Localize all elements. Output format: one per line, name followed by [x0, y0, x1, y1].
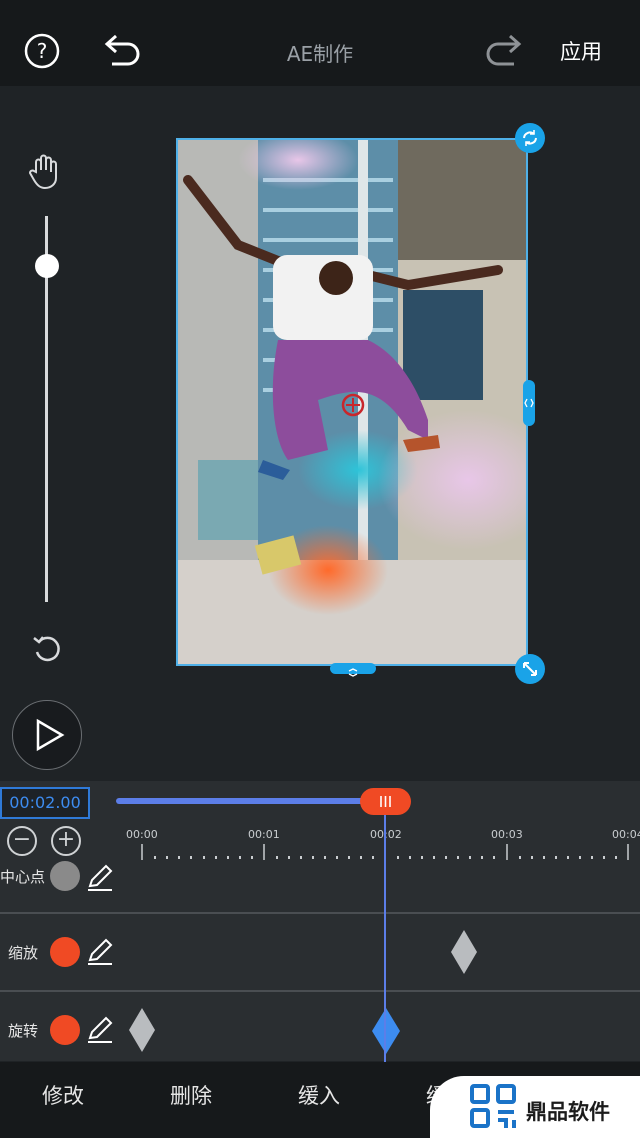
height-handle-icon[interactable] — [330, 663, 376, 677]
rotate-handle-icon[interactable] — [515, 123, 545, 153]
timeline-progress-bar[interactable] — [116, 798, 386, 804]
svg-text:?: ? — [37, 39, 48, 63]
brand-text: 鼎品软件 — [526, 1100, 610, 1124]
keyframe-diamond-selected[interactable] — [372, 1008, 400, 1054]
reset-icon[interactable] — [30, 632, 64, 666]
track-label-scale: 缩放 — [8, 944, 39, 962]
current-time: 00:02.00 — [0, 787, 90, 819]
keyframe-toggle-scale[interactable] — [50, 937, 80, 967]
scale-handle-icon[interactable] — [515, 654, 545, 684]
zoom-slider-thumb[interactable] — [35, 254, 59, 278]
delete-button[interactable]: 删除 — [170, 1080, 212, 1110]
undo-icon[interactable] — [102, 34, 142, 68]
brand-watermark: 鼎品软件 — [430, 1076, 640, 1138]
scrubber-handle[interactable] — [360, 788, 411, 815]
redo-icon[interactable] — [484, 34, 524, 68]
edit-pen-icon[interactable] — [86, 1016, 114, 1044]
brand-logo-icon — [470, 1084, 516, 1128]
play-icon — [36, 718, 65, 752]
track-divider — [0, 912, 640, 914]
apply-button[interactable]: 应用 — [560, 36, 602, 66]
track-label-rotate: 旋转 — [8, 1022, 39, 1040]
timeline-ruler — [141, 844, 629, 860]
track-divider — [0, 990, 640, 992]
keyframe-toggle-center[interactable] — [50, 861, 80, 891]
width-handle-icon[interactable] — [523, 380, 535, 426]
track-label-center: 中心点 — [0, 868, 46, 886]
preview-image[interactable] — [176, 138, 528, 666]
modify-button[interactable]: 修改 — [42, 1080, 84, 1110]
keyframe-toggle-rotate[interactable] — [50, 1015, 80, 1045]
edit-pen-icon[interactable] — [86, 938, 114, 966]
play-button[interactable] — [12, 700, 82, 770]
page-title: AE制作 — [286, 42, 354, 66]
edit-pen-icon[interactable] — [86, 864, 114, 892]
hand-icon[interactable] — [28, 152, 64, 192]
playhead-line[interactable] — [384, 815, 386, 1062]
keyframe-diamond[interactable] — [451, 930, 477, 974]
keyframe-diamond[interactable] — [129, 1008, 155, 1052]
help-circle-icon[interactable]: ? — [24, 33, 60, 69]
ease-in-button[interactable]: 缓入 — [298, 1080, 340, 1110]
